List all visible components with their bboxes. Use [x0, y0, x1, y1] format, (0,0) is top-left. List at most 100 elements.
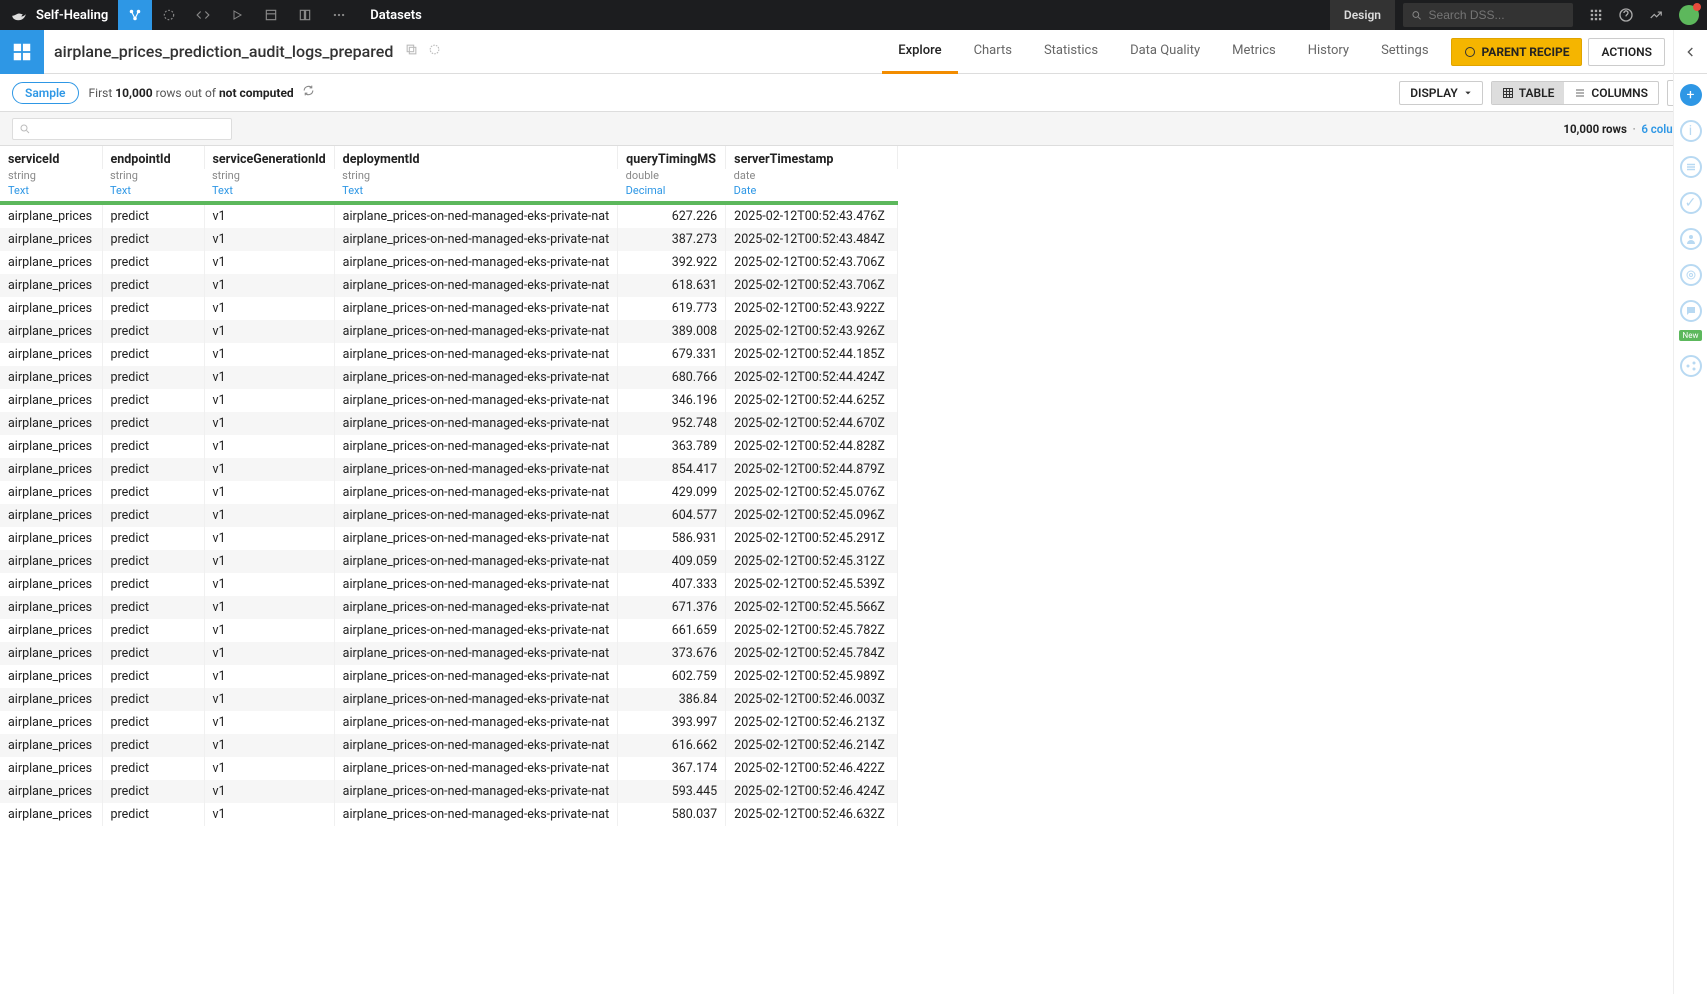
- column-meaning[interactable]: Text: [8, 184, 29, 197]
- table-row[interactable]: airplane_pricespredictv1airplane_prices-…: [0, 757, 898, 780]
- column-meaning[interactable]: Date: [734, 184, 757, 197]
- tab-charts[interactable]: Charts: [958, 30, 1028, 74]
- column-meaning[interactable]: Text: [110, 184, 131, 197]
- table-row[interactable]: airplane_pricespredictv1airplane_prices-…: [0, 435, 898, 458]
- code-icon[interactable]: [186, 0, 220, 30]
- sample-button[interactable]: Sample: [12, 82, 79, 104]
- cell: predict: [102, 642, 204, 665]
- actions-button[interactable]: ACTIONS: [1588, 38, 1665, 66]
- cell: 2025-02-12T00:52:43.484Z: [726, 228, 898, 251]
- cell: v1: [204, 481, 334, 504]
- tab-history[interactable]: History: [1292, 30, 1365, 74]
- run-icon[interactable]: [220, 0, 254, 30]
- rail-share-icon[interactable]: [1680, 355, 1702, 377]
- copy-icon[interactable]: [405, 43, 418, 60]
- table-row[interactable]: airplane_pricespredictv1airplane_prices-…: [0, 297, 898, 320]
- column-header-serviceGenerationId[interactable]: serviceGenerationId: [204, 146, 334, 169]
- nav-icon-5[interactable]: [288, 0, 322, 30]
- rail-check-icon[interactable]: ✓: [1680, 192, 1702, 214]
- project-home[interactable]: Self-Healing: [0, 6, 118, 24]
- table-row[interactable]: airplane_pricespredictv1airplane_prices-…: [0, 389, 898, 412]
- table-row[interactable]: airplane_pricespredictv1airplane_prices-…: [0, 412, 898, 435]
- dataset-icon[interactable]: [0, 30, 44, 74]
- table-row[interactable]: airplane_pricespredictv1airplane_prices-…: [0, 780, 898, 803]
- rail-info-icon[interactable]: i: [1680, 120, 1702, 142]
- table-row[interactable]: airplane_pricespredictv1airplane_prices-…: [0, 228, 898, 251]
- search-box[interactable]: [1403, 3, 1573, 27]
- new-badge: New: [1679, 330, 1703, 341]
- search-input[interactable]: [1429, 8, 1565, 22]
- tab-explore[interactable]: Explore: [882, 30, 957, 74]
- column-meaning[interactable]: Text: [342, 184, 363, 197]
- cell: predict: [102, 803, 204, 826]
- columns-view-button[interactable]: COLUMNS: [1564, 82, 1658, 104]
- column-header-endpointId[interactable]: endpointId: [102, 146, 204, 169]
- cell: 2025-02-12T00:52:46.214Z: [726, 734, 898, 757]
- rail-list-icon[interactable]: [1680, 156, 1702, 178]
- table-row[interactable]: airplane_pricespredictv1airplane_prices-…: [0, 619, 898, 642]
- column-meaning[interactable]: Decimal: [626, 184, 666, 197]
- table-row[interactable]: airplane_pricespredictv1airplane_prices-…: [0, 688, 898, 711]
- breadcrumb[interactable]: Datasets: [356, 8, 436, 23]
- apps-icon[interactable]: [1581, 0, 1611, 30]
- cell: 409.059: [618, 550, 726, 573]
- data-grid-wrapper[interactable]: serviceIdendpointIdserviceGenerationIdde…: [0, 146, 1673, 994]
- column-filter-input[interactable]: [12, 118, 232, 140]
- nav-icon-4[interactable]: [254, 0, 288, 30]
- nav-icon-1[interactable]: [152, 0, 186, 30]
- table-row[interactable]: airplane_pricespredictv1airplane_prices-…: [0, 481, 898, 504]
- table-row[interactable]: airplane_pricespredictv1airplane_prices-…: [0, 251, 898, 274]
- more-icon[interactable]: [322, 0, 356, 30]
- tab-metrics[interactable]: Metrics: [1216, 30, 1292, 74]
- collapse-panel-icon[interactable]: [1673, 30, 1707, 74]
- table-row[interactable]: airplane_pricespredictv1airplane_prices-…: [0, 711, 898, 734]
- cell: airplane_prices-on-ned-managed-eks-priva…: [334, 228, 618, 251]
- display-dropdown[interactable]: DISPLAY: [1399, 81, 1483, 105]
- table-row[interactable]: airplane_pricespredictv1airplane_prices-…: [0, 550, 898, 573]
- tab-statistics[interactable]: Statistics: [1028, 30, 1114, 74]
- table-row[interactable]: airplane_pricespredictv1airplane_prices-…: [0, 458, 898, 481]
- table-row[interactable]: airplane_pricespredictv1airplane_prices-…: [0, 205, 898, 228]
- rail-user-icon[interactable]: [1680, 228, 1702, 250]
- table-view-button[interactable]: TABLE: [1492, 82, 1565, 104]
- cell: v1: [204, 504, 334, 527]
- column-meaning[interactable]: Text: [212, 184, 233, 197]
- user-avatar[interactable]: [1679, 5, 1699, 25]
- table-row[interactable]: airplane_pricespredictv1airplane_prices-…: [0, 642, 898, 665]
- activity-icon[interactable]: [1641, 0, 1671, 30]
- cell: airplane_prices: [0, 757, 102, 780]
- cell: airplane_prices: [0, 366, 102, 389]
- cell: airplane_prices: [0, 550, 102, 573]
- table-row[interactable]: airplane_pricespredictv1airplane_prices-…: [0, 343, 898, 366]
- table-row[interactable]: airplane_pricespredictv1airplane_prices-…: [0, 665, 898, 688]
- cell: airplane_prices-on-ned-managed-eks-priva…: [334, 596, 618, 619]
- table-row[interactable]: airplane_pricespredictv1airplane_prices-…: [0, 366, 898, 389]
- rail-target-icon[interactable]: [1680, 264, 1702, 286]
- table-row[interactable]: airplane_pricespredictv1airplane_prices-…: [0, 504, 898, 527]
- parent-recipe-button[interactable]: PARENT RECIPE: [1451, 38, 1583, 66]
- table-row[interactable]: airplane_pricespredictv1airplane_prices-…: [0, 734, 898, 757]
- cell: 407.333: [618, 573, 726, 596]
- table-row[interactable]: airplane_pricespredictv1airplane_prices-…: [0, 527, 898, 550]
- cell: predict: [102, 619, 204, 642]
- column-header-queryTimingMS[interactable]: queryTimingMS: [618, 146, 726, 169]
- table-row[interactable]: airplane_pricespredictv1airplane_prices-…: [0, 596, 898, 619]
- help-icon[interactable]: [1611, 0, 1641, 30]
- table-row[interactable]: airplane_pricespredictv1airplane_prices-…: [0, 274, 898, 297]
- watch-icon[interactable]: [428, 43, 441, 60]
- column-header-serverTimestamp[interactable]: serverTimestamp: [726, 146, 898, 169]
- flow-icon[interactable]: [118, 0, 152, 30]
- tab-data-quality[interactable]: Data Quality: [1114, 30, 1216, 74]
- refresh-icon[interactable]: [302, 84, 315, 101]
- tab-settings[interactable]: Settings: [1365, 30, 1444, 74]
- table-row[interactable]: airplane_pricespredictv1airplane_prices-…: [0, 573, 898, 596]
- table-row[interactable]: airplane_pricespredictv1airplane_prices-…: [0, 803, 898, 826]
- cell: airplane_prices: [0, 573, 102, 596]
- column-header-serviceId[interactable]: serviceId: [0, 146, 102, 169]
- column-header-deploymentId[interactable]: deploymentId: [334, 146, 618, 169]
- rail-add-icon[interactable]: +: [1680, 84, 1702, 106]
- table-row[interactable]: airplane_pricespredictv1airplane_prices-…: [0, 320, 898, 343]
- rail-chat-icon[interactable]: [1680, 300, 1702, 322]
- cell: 586.931: [618, 527, 726, 550]
- design-button[interactable]: Design: [1330, 0, 1395, 30]
